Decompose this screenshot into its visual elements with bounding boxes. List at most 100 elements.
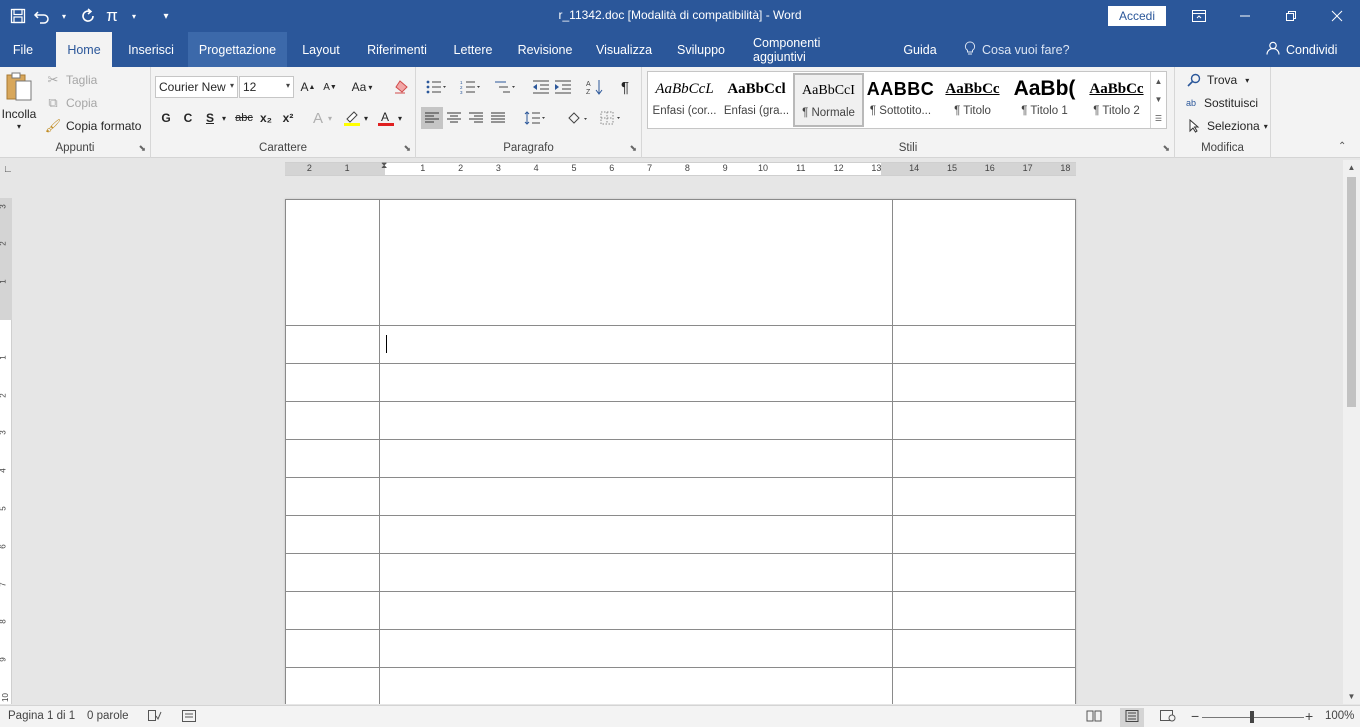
shading-icon[interactable] bbox=[562, 107, 592, 129]
tab-insert[interactable]: Inserisci bbox=[121, 32, 181, 67]
tab-layout[interactable]: Layout bbox=[294, 32, 348, 67]
style-heading-1[interactable]: AaBb( ¶ Titolo 1 bbox=[1009, 73, 1080, 127]
collapse-ribbon-icon[interactable]: ⌃ bbox=[1338, 141, 1346, 152]
table-cell[interactable] bbox=[285, 325, 380, 364]
table-cell[interactable] bbox=[892, 363, 1076, 402]
font-color-dropdown-icon[interactable]: ▾ bbox=[393, 107, 407, 129]
line-spacing-icon[interactable] bbox=[520, 107, 550, 129]
table-cell[interactable] bbox=[892, 667, 1076, 704]
tab-file[interactable]: File bbox=[3, 32, 43, 67]
tab-developer[interactable]: Sviluppo bbox=[668, 32, 734, 67]
table-cell[interactable] bbox=[892, 591, 1076, 630]
scroll-up-icon[interactable]: ▲ bbox=[1155, 77, 1163, 86]
vertical-scrollbar[interactable]: ▲ ▼ bbox=[1343, 160, 1360, 704]
font-name-combobox[interactable]: Courier New ▾ bbox=[155, 76, 238, 98]
table-cell[interactable] bbox=[378, 325, 894, 364]
table-cell[interactable] bbox=[285, 629, 380, 668]
dialog-launcher-icon[interactable]: ⬊ bbox=[629, 143, 637, 154]
tab-help[interactable]: Guida bbox=[895, 32, 945, 67]
table-cell[interactable] bbox=[892, 325, 1076, 364]
tab-references[interactable]: Riferimenti bbox=[358, 32, 436, 67]
dialog-launcher-icon[interactable]: ⬊ bbox=[1162, 143, 1170, 154]
numbering-icon[interactable]: 123 bbox=[456, 76, 484, 98]
table-cell[interactable] bbox=[378, 629, 894, 668]
borders-icon[interactable] bbox=[596, 107, 626, 129]
sign-in-button[interactable]: Accedi bbox=[1108, 6, 1166, 26]
table-cell[interactable] bbox=[378, 439, 894, 478]
proofing-icon[interactable] bbox=[148, 710, 162, 725]
dialog-launcher-icon[interactable]: ⬊ bbox=[403, 143, 411, 154]
save-icon[interactable] bbox=[8, 4, 28, 28]
tell-me-box[interactable]: Cosa vuoi fare? bbox=[964, 32, 1070, 67]
style-emphasis-strong[interactable]: AaBbCcl Enfasi (gra... bbox=[721, 73, 792, 127]
table-cell[interactable] bbox=[285, 401, 380, 440]
minimize-icon[interactable] bbox=[1222, 0, 1268, 32]
zoom-out-icon[interactable]: − bbox=[1191, 708, 1199, 724]
dialog-launcher-icon[interactable]: ⬊ bbox=[138, 143, 146, 154]
close-icon[interactable] bbox=[1314, 0, 1360, 32]
select-button[interactable]: Seleziona ▾ bbox=[1185, 117, 1268, 135]
horizontal-ruler[interactable]: ⧗ 2 1 1 2 3 4 5 6 7 8 9 10 11 12 13 14 15 16 17 18 bbox=[285, 160, 1076, 176]
table-cell[interactable] bbox=[892, 515, 1076, 554]
paste-button[interactable]: Incolla ▾ bbox=[2, 71, 36, 137]
table-cell[interactable] bbox=[378, 199, 894, 326]
underline-dropdown-icon[interactable]: ▾ bbox=[217, 107, 231, 129]
document-canvas[interactable] bbox=[12, 178, 1343, 704]
style-subtitle[interactable]: AABBC ¶ Sottotito... bbox=[865, 73, 936, 127]
cut-button[interactable]: ✂ Taglia bbox=[44, 71, 98, 89]
decrease-indent-icon[interactable] bbox=[530, 76, 552, 98]
grow-font-button[interactable]: A ▲ bbox=[297, 76, 319, 98]
subscript-button[interactable]: x₂ bbox=[255, 107, 277, 129]
increase-indent-icon[interactable] bbox=[552, 76, 574, 98]
zoom-slider-thumb[interactable] bbox=[1250, 711, 1254, 723]
table-cell[interactable] bbox=[378, 401, 894, 440]
table-cell[interactable] bbox=[892, 629, 1076, 668]
justify-icon[interactable] bbox=[487, 107, 509, 129]
table-cell[interactable] bbox=[285, 667, 380, 704]
clear-formatting-icon[interactable] bbox=[390, 76, 412, 98]
table-cell[interactable] bbox=[378, 477, 894, 516]
table-cell[interactable] bbox=[892, 199, 1076, 326]
table-cell[interactable] bbox=[285, 477, 380, 516]
tab-addins[interactable]: Componenti aggiuntivi bbox=[743, 32, 886, 67]
change-case-button[interactable]: Aa ▾ bbox=[347, 76, 377, 98]
table-cell[interactable] bbox=[285, 553, 380, 592]
undo-dropdown-icon[interactable]: ▾ bbox=[54, 4, 74, 28]
align-right-icon[interactable] bbox=[465, 107, 487, 129]
sort-icon[interactable]: AZ bbox=[584, 76, 606, 98]
styles-gallery-scroll[interactable]: ▲ ▼ ☰ bbox=[1150, 72, 1166, 128]
page-count[interactable]: Pagina 1 di 1 bbox=[8, 710, 75, 722]
font-size-combobox[interactable]: 12 ▾ bbox=[239, 76, 294, 98]
tab-view[interactable]: Visualizza bbox=[589, 32, 659, 67]
ribbon-display-options-icon[interactable] bbox=[1176, 0, 1222, 32]
macro-record-icon[interactable] bbox=[182, 710, 196, 725]
scroll-down-icon[interactable]: ▼ bbox=[1155, 95, 1163, 104]
multilevel-list-icon[interactable] bbox=[490, 76, 520, 98]
align-center-icon[interactable] bbox=[443, 107, 465, 129]
highlight-dropdown-icon[interactable]: ▾ bbox=[359, 107, 373, 129]
superscript-button[interactable]: x² bbox=[277, 107, 299, 129]
table-cell[interactable] bbox=[378, 667, 894, 704]
table-cell[interactable] bbox=[892, 439, 1076, 478]
zoom-level[interactable]: 100% bbox=[1325, 710, 1354, 722]
scrollbar-thumb[interactable] bbox=[1347, 177, 1356, 407]
vertical-ruler[interactable]: 3 2 1 1 2 3 4 5 6 7 8 9 10 bbox=[0, 198, 12, 704]
paste-dropdown-icon[interactable]: ▾ bbox=[17, 122, 21, 131]
table-cell[interactable] bbox=[378, 363, 894, 402]
table-cell[interactable] bbox=[285, 591, 380, 630]
more-styles-icon[interactable]: ☰ bbox=[1155, 114, 1162, 123]
document-page[interactable] bbox=[285, 199, 1076, 704]
copy-button[interactable]: ⧉ Copia bbox=[44, 94, 97, 112]
web-layout-icon[interactable] bbox=[1160, 710, 1176, 725]
format-painter-button[interactable]: 🖌 Copia formato bbox=[44, 117, 142, 135]
zoom-in-icon[interactable]: + bbox=[1305, 708, 1313, 724]
table-cell[interactable] bbox=[285, 363, 380, 402]
show-formatting-marks-icon[interactable]: ¶ bbox=[614, 76, 636, 98]
tab-review[interactable]: Revisione bbox=[510, 32, 580, 67]
tab-selector-icon[interactable]: ∟ bbox=[3, 164, 13, 175]
table-cell[interactable] bbox=[892, 477, 1076, 516]
style-heading-2[interactable]: AaBbCc ¶ Titolo 2 bbox=[1081, 73, 1152, 127]
print-layout-icon[interactable] bbox=[1120, 708, 1144, 727]
replace-button[interactable]: ab Sostituisci bbox=[1182, 94, 1258, 112]
word-count[interactable]: 0 parole bbox=[87, 710, 129, 722]
